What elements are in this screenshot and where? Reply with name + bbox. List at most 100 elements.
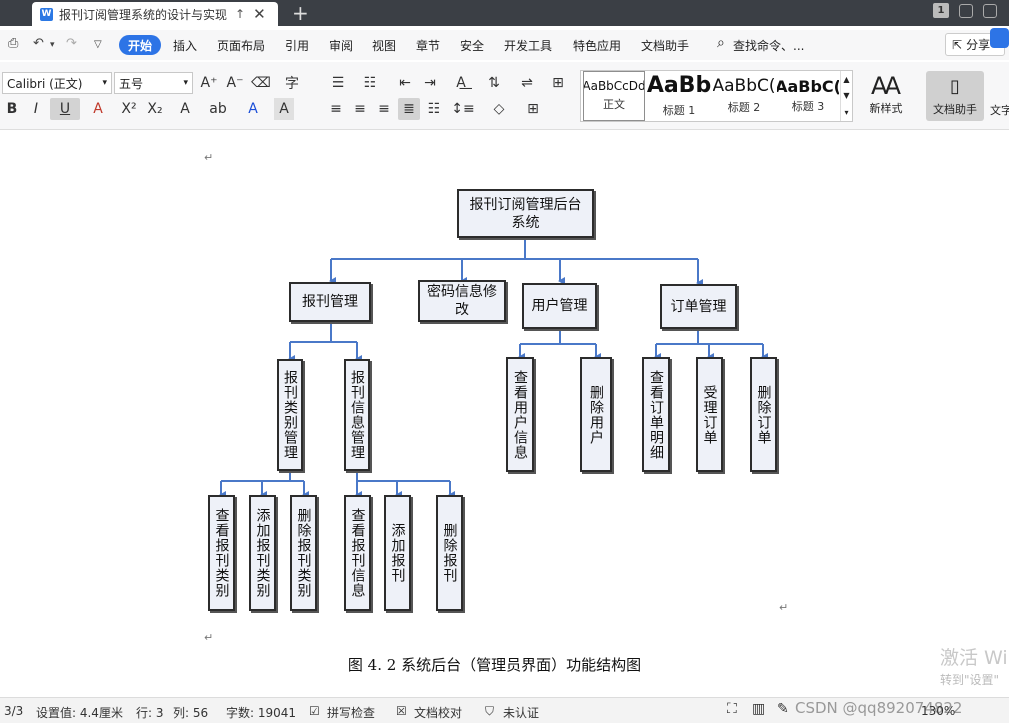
window-count-badge[interactable]: 1 bbox=[933, 3, 949, 18]
skin-icon[interactable] bbox=[983, 3, 997, 18]
menu-tab-insert[interactable]: 插入 bbox=[173, 37, 197, 54]
style-normal[interactable]: AaBbCcDd 正文 bbox=[583, 71, 645, 121]
text-tool-button[interactable]: 文字 bbox=[990, 102, 1009, 118]
setting-value[interactable]: 设置值: 4.4厘米 bbox=[36, 704, 123, 721]
highlight-icon[interactable]: ab bbox=[205, 98, 231, 120]
text-direction-icon[interactable]: A͟ bbox=[447, 72, 475, 94]
print-preview-icon[interactable]: ⎙ bbox=[8, 36, 18, 51]
show-marks-icon[interactable]: ⇌ bbox=[514, 72, 540, 94]
edit-mode-icon[interactable]: ✎ bbox=[777, 701, 789, 717]
word-count[interactable]: 字数: 19041 bbox=[226, 704, 296, 721]
doc-helper-button[interactable]: ▯ 文档助手 bbox=[926, 71, 984, 121]
bullet-list-icon[interactable]: ☰ bbox=[326, 72, 350, 94]
spell-check-button[interactable]: 拼写检查 bbox=[327, 704, 375, 721]
menu-tab-view[interactable]: 视图 bbox=[372, 37, 396, 54]
share-icon: ⇱ bbox=[952, 37, 963, 52]
chevron-up-icon[interactable]: ▲ bbox=[843, 75, 849, 84]
menu-tab-review[interactable]: 审阅 bbox=[329, 37, 353, 54]
zoom-level[interactable]: 130% bbox=[921, 704, 955, 718]
justify-icon[interactable]: ≣ bbox=[398, 98, 420, 120]
quick-access-dropdown-icon[interactable]: ▽ bbox=[94, 39, 102, 50]
subscript-icon[interactable]: X₂ bbox=[144, 98, 166, 120]
underline-icon[interactable]: U bbox=[50, 98, 80, 120]
clear-format-icon[interactable]: ⌫ bbox=[251, 72, 271, 94]
new-style-button[interactable]: Ꜳ 新样式 bbox=[860, 72, 912, 120]
font-color-icon[interactable]: A bbox=[240, 98, 266, 120]
numbered-list-icon[interactable]: ☷ bbox=[358, 72, 382, 94]
grow-font-icon[interactable]: A⁺ bbox=[199, 72, 219, 94]
shield-icon: ⛉ bbox=[485, 704, 495, 718]
style-name: 正文 bbox=[603, 98, 625, 112]
node-root: 报刊订阅管理后台系统 bbox=[457, 189, 594, 238]
menu-tab-developer[interactable]: 开发工具 bbox=[504, 37, 552, 54]
cloud-sync-icon[interactable] bbox=[990, 28, 1009, 48]
style-sample: AaBbC( bbox=[777, 76, 839, 96]
new-tab-icon[interactable]: + bbox=[292, 1, 309, 25]
fullscreen-icon[interactable]: ⛶ bbox=[727, 701, 737, 717]
style-heading-2[interactable]: AaBbC( 标题 2 bbox=[713, 71, 775, 121]
close-tab-icon[interactable]: ✕ bbox=[253, 5, 266, 23]
text-effect-icon[interactable]: A bbox=[172, 98, 198, 120]
menu-tab-special-apps[interactable]: 特色应用 bbox=[573, 37, 621, 54]
styles-gallery: AaBbCcDd 正文 AaBb 标题 1 AaBbC( 标题 2 AaBbC(… bbox=[580, 70, 853, 122]
find-command-search[interactable]: 查找命令、... bbox=[733, 37, 804, 54]
activation-watermark-sub: 转到"设置" bbox=[940, 673, 1000, 687]
borders-icon[interactable]: ⊞ bbox=[520, 98, 546, 120]
expand-gallery-icon[interactable]: ▾ bbox=[844, 108, 848, 117]
style-heading-3[interactable]: AaBbC( 标题 3 bbox=[777, 71, 839, 121]
style-sample: AaBbC( bbox=[713, 76, 775, 97]
chevron-down-icon: ▾ bbox=[102, 78, 107, 88]
node-delete-order: 删除订单 bbox=[750, 357, 777, 472]
status-bar: 3/3 设置值: 4.4厘米 行: 3 列: 56 字数: 19041 ☑ 拼写… bbox=[0, 697, 1009, 723]
menu-tab-doc-helper[interactable]: 文档助手 bbox=[641, 37, 689, 54]
search-icon[interactable]: ⌕ bbox=[717, 35, 725, 51]
redo-icon[interactable]: ↷ bbox=[66, 36, 77, 51]
template-icon[interactable] bbox=[959, 3, 973, 18]
document-tab[interactable]: W 报刊订阅管理系统的设计与实现 ↑ ✕ bbox=[32, 2, 278, 26]
pin-tab-icon[interactable]: ↑ bbox=[235, 7, 245, 21]
italic-icon[interactable]: I bbox=[26, 98, 46, 120]
line-spacing-icon[interactable]: ↕≡ bbox=[450, 98, 476, 120]
char-shading-icon[interactable]: A bbox=[274, 98, 294, 120]
increase-indent-icon[interactable]: ⇥ bbox=[420, 72, 440, 94]
paragraph-shading-icon[interactable]: ◇ bbox=[486, 98, 512, 120]
bold-icon[interactable]: B bbox=[2, 98, 22, 120]
sort-icon[interactable]: ⇅ bbox=[484, 72, 504, 94]
undo-dropdown-icon[interactable]: ▾ bbox=[50, 40, 55, 50]
undo-icon[interactable]: ↶ bbox=[33, 36, 44, 51]
styles-scroll[interactable]: ▲ ▼ ▾ bbox=[840, 71, 852, 121]
distribute-icon[interactable]: ☷ bbox=[424, 98, 444, 120]
menu-tab-chapter[interactable]: 章节 bbox=[416, 37, 440, 54]
page-indicator[interactable]: 3/3 bbox=[4, 704, 23, 718]
menu-tab-start[interactable]: 开始 bbox=[119, 35, 161, 55]
node-accept-order: 受理订单 bbox=[696, 357, 723, 472]
superscript-icon[interactable]: X² bbox=[118, 98, 140, 120]
menu-tab-security[interactable]: 安全 bbox=[460, 37, 484, 54]
phonetic-guide-icon[interactable]: 字 bbox=[279, 72, 305, 94]
strikethrough-icon[interactable]: A bbox=[86, 98, 110, 120]
node-info-mgmt: 报刊信息管理 bbox=[344, 359, 370, 471]
document-canvas[interactable]: ↵ ↵ ↵ 报刊订阅管理后台系统 报刊管理 密码信息修改 用户管理 订单管理 报… bbox=[0, 131, 1009, 696]
menu-tab-references[interactable]: 引用 bbox=[285, 37, 309, 54]
certification-status[interactable]: 未认证 bbox=[503, 704, 539, 721]
node-category-mgmt: 报刊类别管理 bbox=[277, 359, 303, 471]
font-name-select[interactable]: Calibri (正文) ▾ bbox=[2, 72, 112, 94]
read-mode-icon[interactable]: ▥ bbox=[752, 701, 765, 717]
doc-helper-icon: ▯ bbox=[950, 76, 960, 97]
table-grid-icon[interactable]: ⊞ bbox=[548, 72, 568, 94]
shrink-font-icon[interactable]: A⁻ bbox=[225, 72, 245, 94]
align-left-icon[interactable]: ≡ bbox=[326, 98, 346, 120]
decrease-indent-icon[interactable]: ⇤ bbox=[395, 72, 415, 94]
node-password-change: 密码信息修改 bbox=[418, 280, 506, 322]
chevron-down-icon: ▾ bbox=[183, 78, 188, 88]
node-user-mgmt: 用户管理 bbox=[522, 283, 597, 329]
menu-tab-page-layout[interactable]: 页面布局 bbox=[217, 37, 265, 54]
title-tab-bar: W 报刊订阅管理系统的设计与实现 ↑ ✕ + 1 bbox=[0, 0, 1009, 26]
chevron-down-icon[interactable]: ▼ bbox=[843, 91, 849, 100]
align-right-icon[interactable]: ≡ bbox=[374, 98, 394, 120]
align-center-icon[interactable]: ≡ bbox=[350, 98, 370, 120]
font-size-select[interactable]: 五号 ▾ bbox=[114, 72, 193, 94]
row-indicator: 行: 3 bbox=[136, 706, 164, 720]
style-heading-1[interactable]: AaBb 标题 1 bbox=[647, 71, 711, 121]
proofread-button[interactable]: 文档校对 bbox=[414, 704, 462, 721]
